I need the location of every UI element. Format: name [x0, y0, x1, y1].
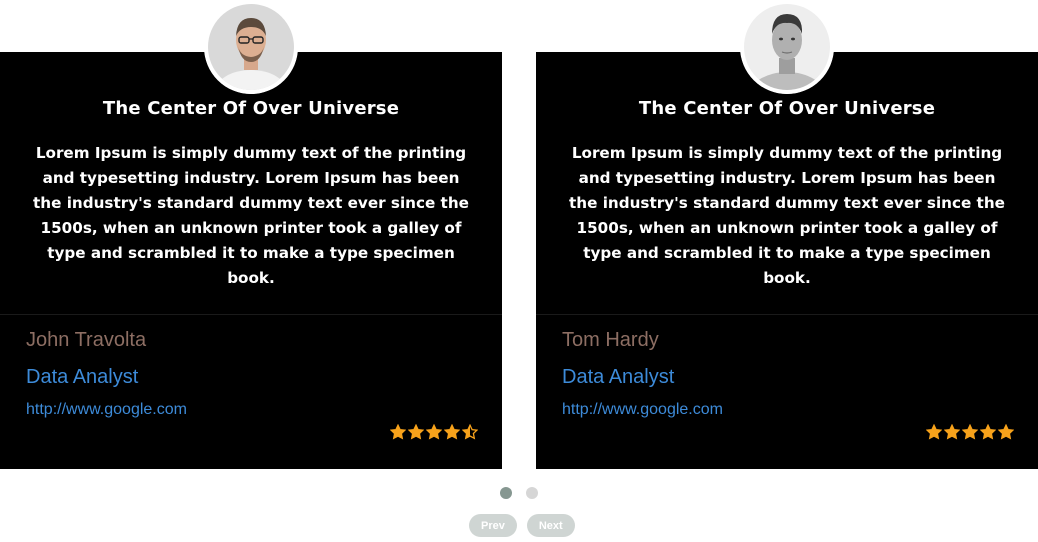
avatar — [204, 0, 298, 94]
star-full-icon — [444, 424, 460, 440]
website-link[interactable]: http://www.google.com — [26, 401, 187, 419]
testimonial-carousel: The Center Of Over Universe Lorem Ipsum … — [0, 0, 1038, 542]
star-full-icon — [390, 424, 406, 440]
person-portrait-bw-icon — [740, 0, 834, 94]
person-role: Data Analyst — [562, 366, 675, 388]
carousel-nav: Prev Next — [469, 514, 575, 537]
divider — [0, 314, 502, 315]
star-full-icon — [408, 424, 424, 440]
avatar — [740, 0, 834, 94]
person-name: John Travolta — [26, 329, 147, 351]
testimonial-text: Lorem Ipsum is simply dummy text of the … — [569, 144, 1005, 287]
star-full-icon — [998, 424, 1014, 440]
star-full-icon — [926, 424, 942, 440]
person-portrait-glasses-icon — [204, 0, 298, 94]
testimonial-text: Lorem Ipsum is simply dummy text of the … — [33, 144, 469, 287]
prev-button[interactable]: Prev — [469, 514, 517, 537]
star-half-icon — [462, 424, 478, 440]
website-link[interactable]: http://www.google.com — [562, 401, 723, 419]
pagination-dot[interactable] — [500, 487, 512, 499]
star-full-icon — [426, 424, 442, 440]
person-name: Tom Hardy — [562, 329, 659, 351]
star-rating — [926, 424, 1014, 440]
testimonial-card: The Center Of Over Universe Lorem Ipsum … — [536, 0, 1038, 469]
star-rating — [390, 424, 478, 440]
person-role: Data Analyst — [26, 366, 139, 388]
card-title: The Center Of Over Universe — [638, 98, 936, 119]
card-title: The Center Of Over Universe — [102, 98, 400, 119]
testimonial-card: The Center Of Over Universe Lorem Ipsum … — [0, 0, 502, 469]
star-full-icon — [944, 424, 960, 440]
next-button[interactable]: Next — [526, 514, 575, 537]
star-full-icon — [980, 424, 996, 440]
pagination-dot[interactable] — [526, 487, 538, 499]
star-full-icon — [962, 424, 978, 440]
divider — [536, 314, 1038, 315]
carousel-pagination — [500, 487, 538, 499]
